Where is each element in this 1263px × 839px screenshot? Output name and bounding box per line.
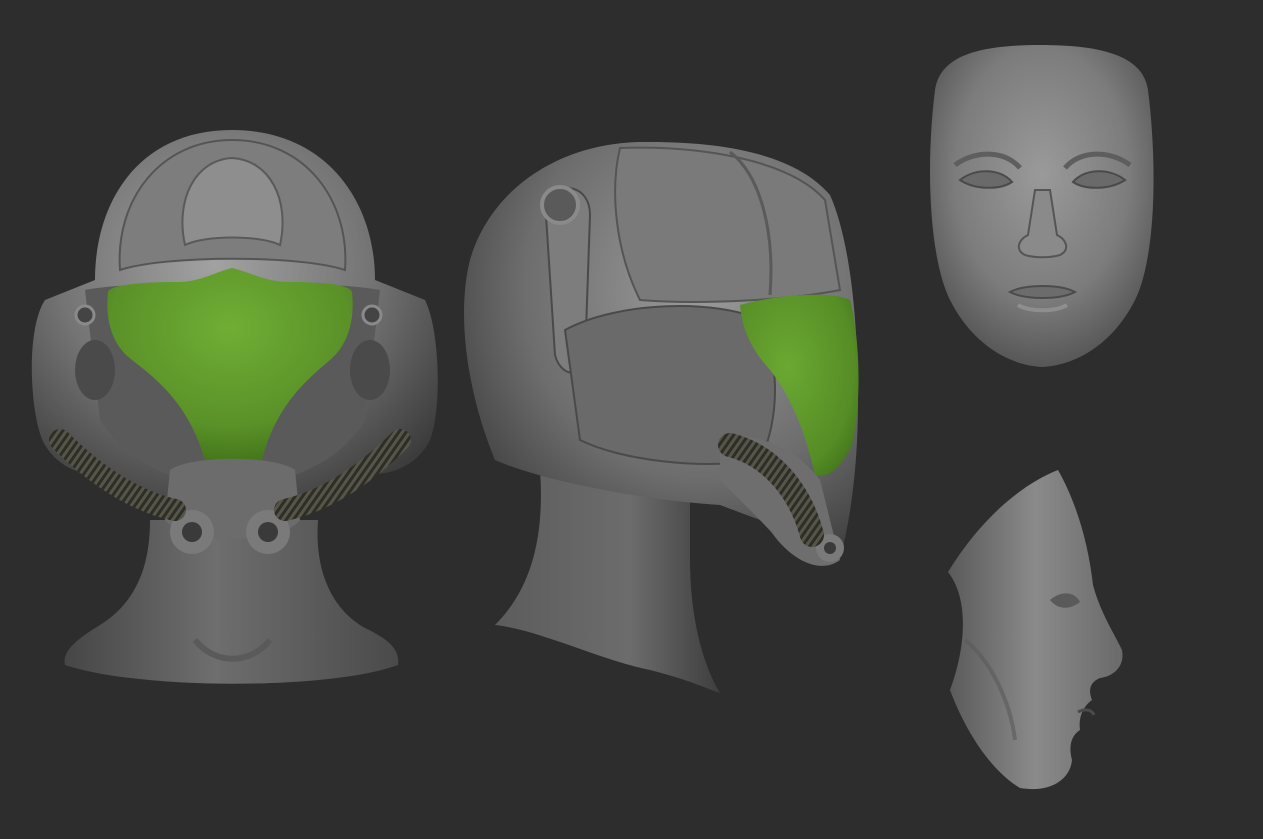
face-front-view	[930, 45, 1154, 367]
scene-render	[0, 0, 1263, 839]
face-mouth	[1007, 285, 1078, 299]
sculpt-viewport	[0, 0, 1263, 839]
